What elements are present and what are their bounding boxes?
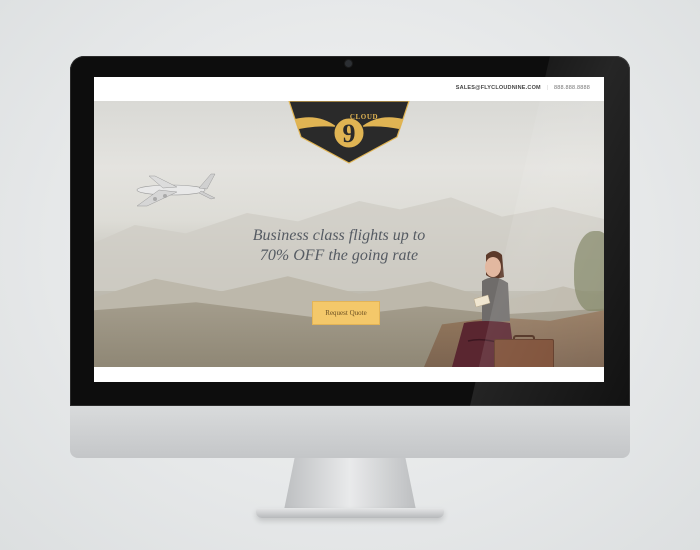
hero-headline: Business class flights up to 70% OFF the… [244, 226, 434, 266]
contact-divider: | [546, 85, 549, 91]
monitor-base [256, 508, 444, 518]
tree [574, 231, 604, 311]
camera-icon [345, 60, 352, 67]
logo-numeral: 9 [342, 119, 356, 148]
headline-line-1: Business class flights up to [252, 227, 426, 244]
email-link[interactable]: SALES@FLYCLOUDNINE.COM [456, 85, 541, 91]
top-bar: SALES@FLYCLOUDNINE.COM | 888.888.8888 [94, 77, 604, 102]
monitor-stand [284, 458, 416, 510]
website-screen: SALES@FLYCLOUDNINE.COM | 888.888.8888 CL… [94, 77, 604, 382]
phone-number[interactable]: 888.888.8888 [554, 85, 590, 91]
monitor-chin [70, 406, 630, 458]
airplane-illustration [136, 173, 216, 207]
footer-strip [94, 367, 604, 382]
request-quote-button[interactable]: Request Quote [312, 301, 380, 325]
suitcase [494, 339, 554, 367]
contact-info: SALES@FLYCLOUDNINE.COM | 888.888.8888 [456, 85, 590, 91]
hero-banner: CLOUD 9 Business class flights up to 70%… [94, 101, 604, 367]
headline-line-2: 70% OFF the going rate [259, 247, 419, 264]
